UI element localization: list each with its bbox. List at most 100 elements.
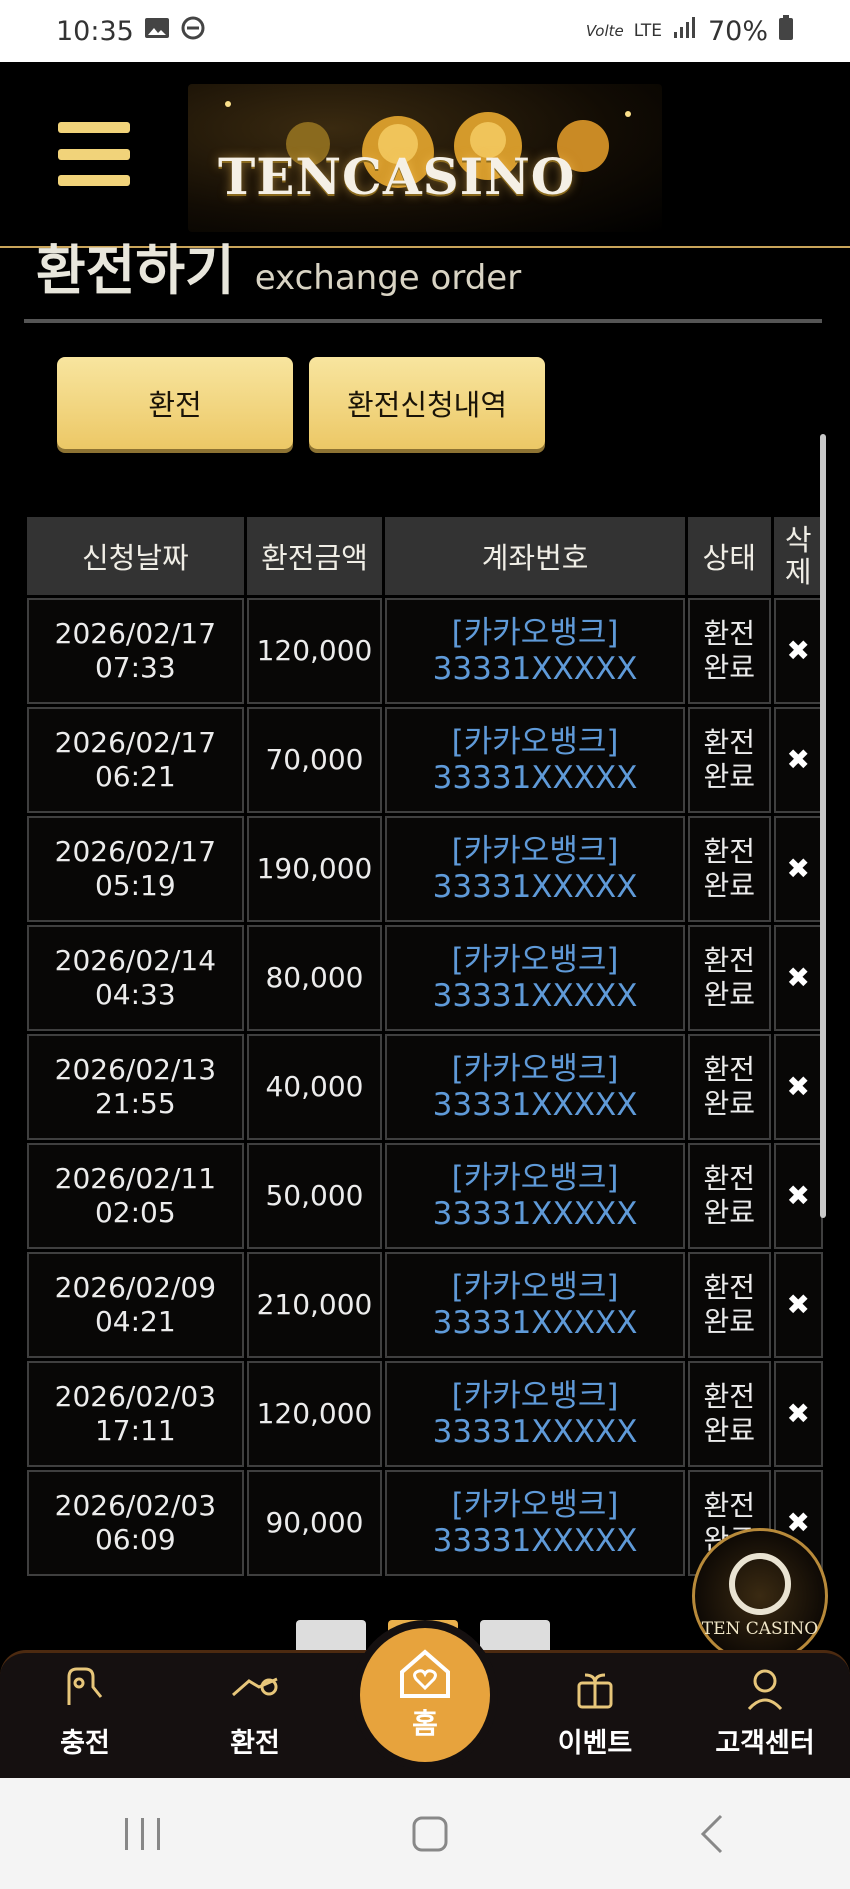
battery-percent: 70% [707,15,768,47]
cell-status: 환전 완료 [687,816,771,922]
cell-status: 환전 완료 [687,1252,771,1358]
col-delete: 삭 제 [773,517,823,595]
nav-event[interactable]: 이벤트 [510,1653,680,1778]
gift-icon [577,1673,613,1709]
cell-amount: 50,000 [246,1143,383,1249]
cell-date: 2026/02/13 21:55 [27,1034,244,1140]
home-system-icon[interactable] [410,1814,450,1854]
cell-account[interactable]: [카카오뱅크] 33331XXXXX [385,1252,685,1358]
recents-icon[interactable] [123,1816,163,1852]
cell-account[interactable]: [카카오뱅크] 33331XXXXX [385,1361,685,1467]
lte-icon: LTE [633,21,662,41]
cell-account[interactable]: [카카오뱅크] 33331XXXXX [385,1034,685,1140]
table-row: 2026/02/14 04:33 80,000 [카카오뱅크] 33331XXXXX 환전… [27,925,823,1031]
cell-account[interactable]: [카카오뱅크] 33331XXXXX [385,707,685,813]
delete-icon[interactable]: ✖ [773,925,823,1031]
cell-date: 2026/02/17 07:33 [27,598,244,704]
hamburger-icon[interactable] [58,122,130,186]
table-row: 2026/02/17 06:21 70,000 [카카오뱅크] 33331XXXXX 환전… [27,707,823,813]
nav-charge-label: 충전 [60,1728,110,1759]
nav-home-label: 홈 [412,1707,438,1740]
cell-status: 환전 완료 [687,707,771,813]
table-row: 2026/02/11 02:05 50,000 [카카오뱅크] 33331XXXXX 환전… [27,1143,823,1249]
cell-amount: 90,000 [246,1470,383,1576]
scrollbar[interactable] [820,434,826,1218]
cell-status: 환전 완료 [687,1143,771,1249]
cell-status: 환전 완료 [687,598,771,704]
cell-amount: 210,000 [246,1252,383,1358]
home-heart-icon [400,1649,450,1698]
table-header-row: 신청날짜 환전금액 계좌번호 상태 삭 제 [27,517,823,595]
back-icon[interactable] [697,1814,727,1854]
cell-amount: 40,000 [246,1034,383,1140]
title-divider [24,319,822,323]
table-row: 2026/02/17 05:19 190,000 [카카오뱅크] 33331XXXXX 환… [27,816,823,922]
page-title: 환전하기 exchange order [36,226,521,305]
cell-status: 환전 완료 [687,925,771,1031]
system-navigation [0,1778,850,1889]
cell-amount: 80,000 [246,925,383,1031]
status-bar: 10:35 Volte LTE 70% [0,0,850,62]
site-header: TENCASINO [0,62,850,248]
cell-amount: 190,000 [246,816,383,922]
table-row: 2026/02/03 17:11 120,000 [카카오뱅크] 33331XXXXX 환… [27,1361,823,1467]
exchange-icon [232,1677,278,1697]
cell-date: 2026/02/09 04:21 [27,1252,244,1358]
page-title-en: exchange order [254,258,522,298]
table-row: 2026/02/09 04:21 210,000 [카카오뱅크] 33331XXXXX 환… [27,1252,823,1358]
cell-account[interactable]: [카카오뱅크] 33331XXXXX [385,1143,685,1249]
logo-text: TENCASINO [218,147,576,206]
signal-icon [672,16,698,47]
support-icon [747,1669,783,1711]
site-logo[interactable]: TENCASINO [188,84,662,232]
cell-amount: 120,000 [246,598,383,704]
cell-date: 2026/02/14 04:33 [27,925,244,1031]
volte-icon: Volte [585,22,624,40]
cell-account[interactable]: [카카오뱅크] 33331XXXXX [385,1470,685,1576]
status-time: 10:35 [56,15,134,47]
col-status: 상태 [687,517,771,595]
nav-exchange[interactable]: 환전 [170,1653,340,1778]
nav-event-label: 이벤트 [557,1728,633,1759]
col-account: 계좌번호 [385,517,685,595]
cell-status: 환전 완료 [687,1034,771,1140]
exchange-history-table: 신청날짜 환전금액 계좌번호 상태 삭 제 2026/02/17 07:33 120… [24,514,826,1579]
delete-icon[interactable]: ✖ [773,1361,823,1467]
tab-exchange[interactable]: 환전 [57,357,293,449]
delete-icon[interactable]: ✖ [773,1252,823,1358]
nav-home[interactable]: 홈 [360,1628,490,1762]
cell-date: 2026/02/17 05:19 [27,816,244,922]
main-content: 환전하기 exchange order 환전 환전신청내역 신청날짜 환전금액 … [0,239,850,1660]
do-not-disturb-icon [180,15,206,48]
nav-support[interactable]: 고객센터 [680,1653,850,1778]
tab-exchange-history[interactable]: 환전신청내역 [309,357,545,449]
col-date: 신청날짜 [27,517,244,595]
charge-icon [67,1667,103,1705]
battery-icon [778,14,794,48]
cell-date: 2026/02/03 17:11 [27,1361,244,1467]
table-row: 2026/02/13 21:55 40,000 [카카오뱅크] 33331XXXXX 환전… [27,1034,823,1140]
floating-logo-text: TEN CASINO [701,1619,819,1639]
logo-ring-icon [729,1553,791,1615]
cell-amount: 120,000 [246,1361,383,1467]
cell-account[interactable]: [카카오뱅크] 33331XXXXX [385,816,685,922]
delete-icon[interactable]: ✖ [773,598,823,704]
nav-charge[interactable]: 충전 [0,1653,170,1778]
delete-icon[interactable]: ✖ [773,816,823,922]
floating-logo-button[interactable]: TEN CASINO [692,1528,828,1664]
table-row: 2026/02/17 07:33 120,000 [카카오뱅크] 33331XXXXX 환… [27,598,823,704]
col-amount: 환전금액 [246,517,383,595]
cell-date: 2026/02/03 06:09 [27,1470,244,1576]
cell-status: 환전 완료 [687,1361,771,1467]
delete-icon[interactable]: ✖ [773,707,823,813]
delete-icon[interactable]: ✖ [773,1143,823,1249]
cell-date: 2026/02/17 06:21 [27,707,244,813]
cell-amount: 70,000 [246,707,383,813]
image-icon [144,16,170,47]
cell-account[interactable]: [카카오뱅크] 33331XXXXX [385,925,685,1031]
page-title-ko: 환전하기 [36,239,235,302]
cell-account[interactable]: [카카오뱅크] 33331XXXXX [385,598,685,704]
cell-date: 2026/02/11 02:05 [27,1143,244,1249]
delete-icon[interactable]: ✖ [773,1034,823,1140]
nav-exchange-label: 환전 [230,1728,280,1759]
